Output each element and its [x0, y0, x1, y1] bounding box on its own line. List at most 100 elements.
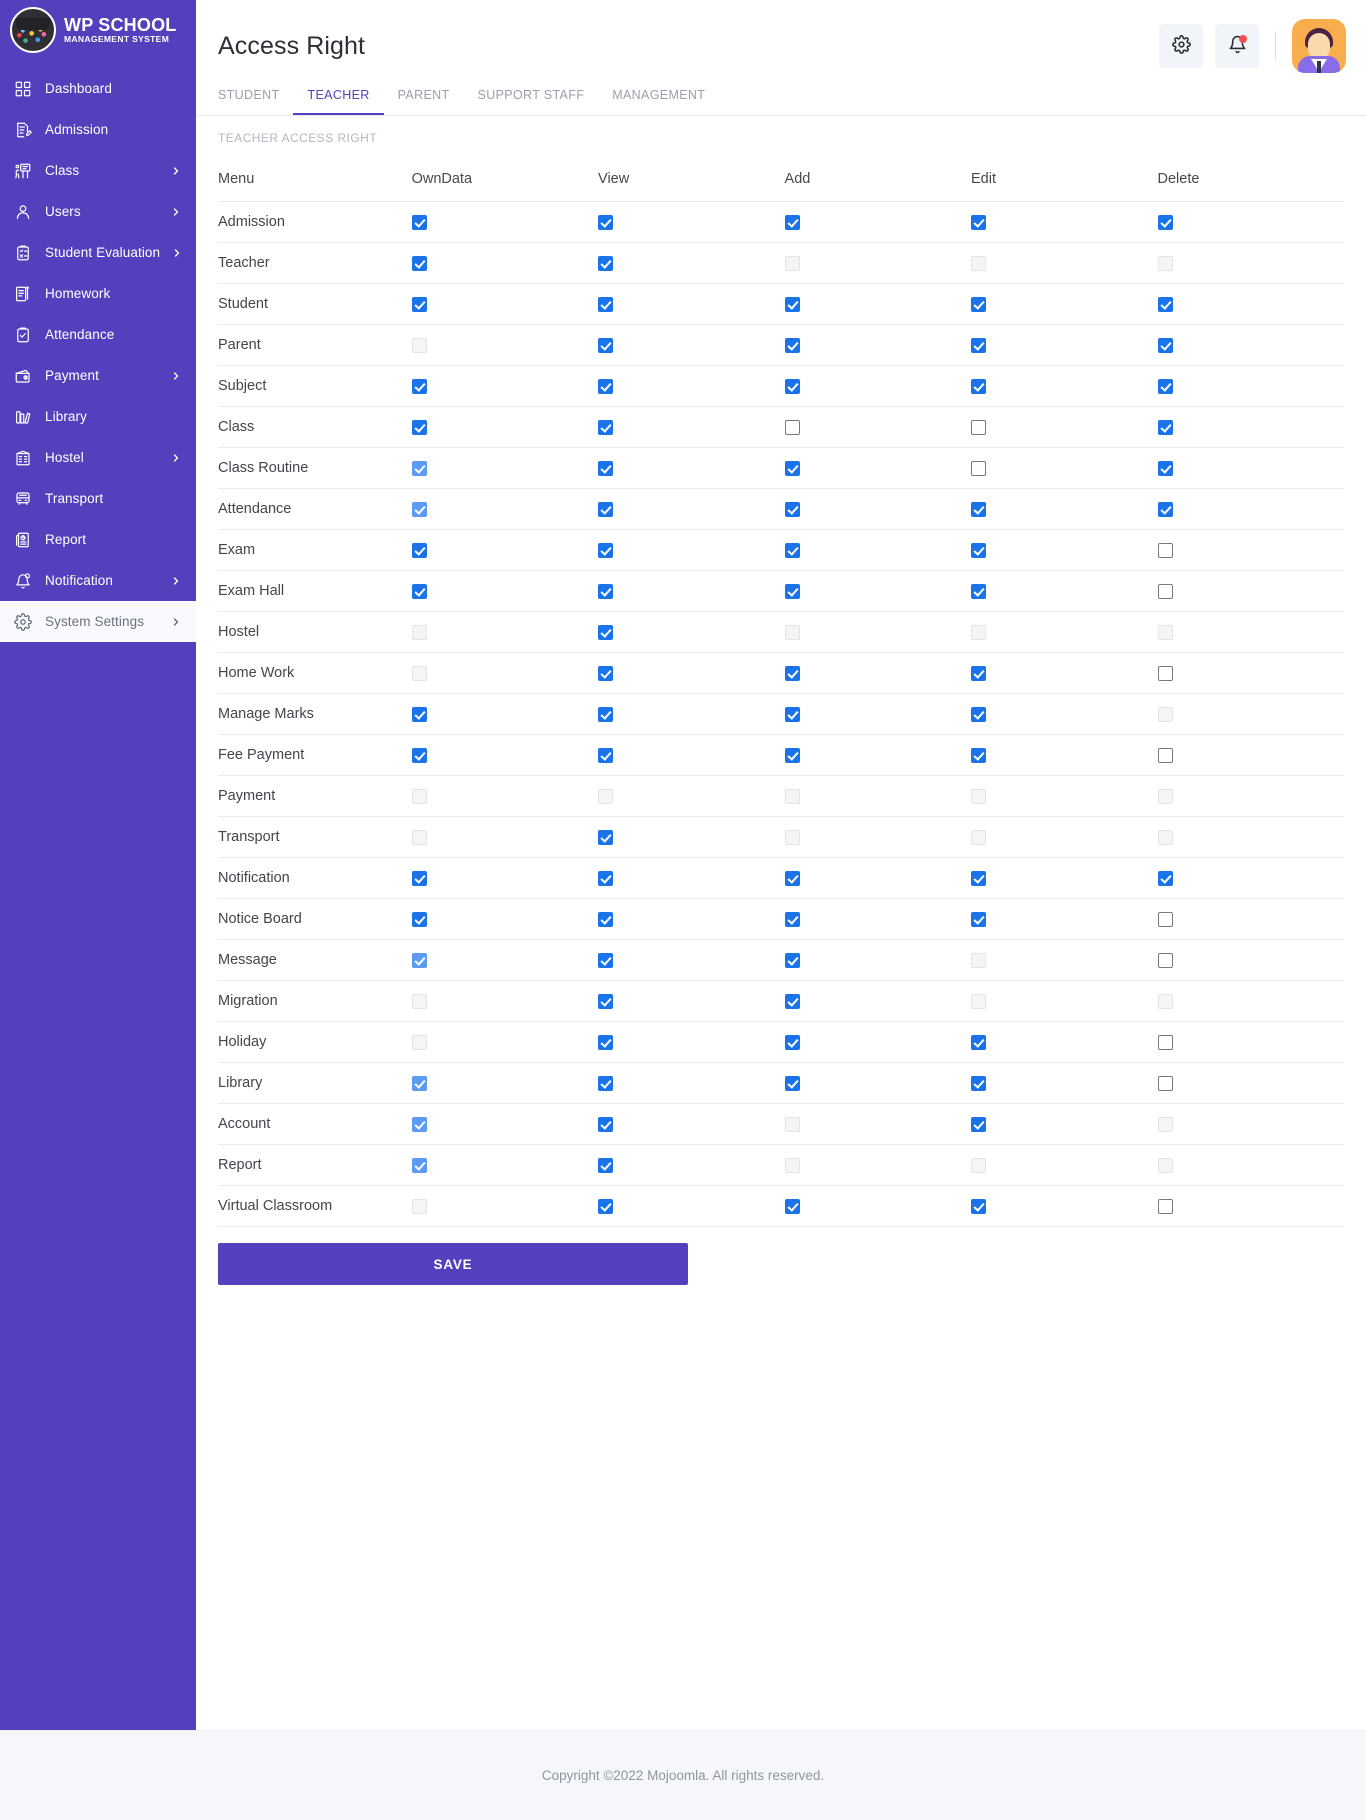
checkbox-edit[interactable]	[971, 1116, 987, 1132]
checkbox-edit[interactable]	[971, 747, 987, 763]
checkbox-delete[interactable]	[1157, 296, 1173, 312]
checkbox-add[interactable]	[784, 911, 800, 927]
checkbox-edit[interactable]	[971, 911, 987, 927]
checkbox-delete[interactable]	[1157, 1034, 1173, 1050]
checkbox-add[interactable]	[784, 583, 800, 599]
checkbox-add[interactable]	[784, 1075, 800, 1091]
checkbox-add[interactable]	[784, 214, 800, 230]
checkbox-add[interactable]	[784, 993, 800, 1009]
checkbox-edit[interactable]	[971, 501, 987, 517]
checkbox-view[interactable]	[598, 214, 614, 230]
tab-management[interactable]: MANAGEMENT	[598, 82, 719, 115]
checkbox-edit[interactable]	[971, 1198, 987, 1214]
checkbox-delete[interactable]	[1157, 665, 1173, 681]
checkbox-add[interactable]	[784, 706, 800, 722]
checkbox-view[interactable]	[598, 1034, 614, 1050]
checkbox-edit[interactable]	[971, 706, 987, 722]
checkbox-view[interactable]	[598, 501, 614, 517]
checkbox-edit[interactable]	[971, 542, 987, 558]
brand-header[interactable]: WP SCHOOL MANAGEMENT SYSTEM	[0, 0, 196, 62]
tab-teacher[interactable]: TEACHER	[293, 82, 384, 115]
sidebar-item-hostel[interactable]: Hostel	[0, 437, 196, 478]
checkbox-owndata[interactable]	[411, 706, 427, 722]
checkbox-delete[interactable]	[1157, 337, 1173, 353]
checkbox-add[interactable]	[784, 747, 800, 763]
save-button[interactable]: SAVE	[218, 1243, 688, 1285]
checkbox-owndata[interactable]	[411, 583, 427, 599]
checkbox-owndata[interactable]	[411, 378, 427, 394]
checkbox-edit[interactable]	[971, 1075, 987, 1091]
checkbox-view[interactable]	[598, 706, 614, 722]
checkbox-delete[interactable]	[1157, 542, 1173, 558]
checkbox-delete[interactable]	[1157, 1075, 1173, 1091]
checkbox-delete[interactable]	[1157, 1198, 1173, 1214]
checkbox-view[interactable]	[598, 1198, 614, 1214]
checkbox-delete[interactable]	[1157, 870, 1173, 886]
sidebar-item-notification[interactable]: Notification	[0, 560, 196, 601]
checkbox-edit[interactable]	[971, 378, 987, 394]
sidebar-item-payment[interactable]: Payment	[0, 355, 196, 396]
checkbox-view[interactable]	[598, 624, 614, 640]
checkbox-add[interactable]	[784, 952, 800, 968]
sidebar-item-class[interactable]: Class	[0, 150, 196, 191]
tab-student[interactable]: STUDENT	[218, 82, 293, 115]
checkbox-view[interactable]	[598, 829, 614, 845]
checkbox-owndata[interactable]	[411, 419, 427, 435]
checkbox-view[interactable]	[598, 378, 614, 394]
checkbox-edit[interactable]	[971, 665, 987, 681]
checkbox-delete[interactable]	[1157, 952, 1173, 968]
checkbox-delete[interactable]	[1157, 583, 1173, 599]
checkbox-view[interactable]	[598, 1157, 614, 1173]
checkbox-owndata[interactable]	[411, 255, 427, 271]
checkbox-add[interactable]	[784, 542, 800, 558]
checkbox-delete[interactable]	[1157, 460, 1173, 476]
notification-button[interactable]	[1215, 24, 1259, 68]
avatar[interactable]	[1292, 19, 1346, 73]
checkbox-view[interactable]	[598, 870, 614, 886]
sidebar-item-attendance[interactable]: Attendance	[0, 314, 196, 355]
checkbox-delete[interactable]	[1157, 419, 1173, 435]
checkbox-add[interactable]	[784, 1198, 800, 1214]
checkbox-add[interactable]	[784, 1034, 800, 1050]
checkbox-owndata[interactable]	[411, 214, 427, 230]
tab-support-staff[interactable]: SUPPORT STAFF	[464, 82, 599, 115]
checkbox-delete[interactable]	[1157, 747, 1173, 763]
checkbox-edit[interactable]	[971, 337, 987, 353]
checkbox-view[interactable]	[598, 296, 614, 312]
checkbox-view[interactable]	[598, 747, 614, 763]
checkbox-view[interactable]	[598, 419, 614, 435]
checkbox-edit[interactable]	[971, 1034, 987, 1050]
checkbox-owndata[interactable]	[411, 542, 427, 558]
checkbox-view[interactable]	[598, 665, 614, 681]
checkbox-edit[interactable]	[971, 460, 987, 476]
checkbox-add[interactable]	[784, 501, 800, 517]
checkbox-add[interactable]	[784, 378, 800, 394]
sidebar-item-system-settings[interactable]: System Settings	[0, 601, 196, 642]
checkbox-view[interactable]	[598, 542, 614, 558]
sidebar-item-users[interactable]: Users	[0, 191, 196, 232]
sidebar-item-report[interactable]: Report	[0, 519, 196, 560]
sidebar-item-homework[interactable]: Homework	[0, 273, 196, 314]
sidebar-item-student-evaluation[interactable]: Student Evaluation	[0, 232, 196, 273]
settings-button[interactable]	[1159, 24, 1203, 68]
checkbox-owndata[interactable]	[411, 296, 427, 312]
checkbox-owndata[interactable]	[411, 911, 427, 927]
checkbox-view[interactable]	[598, 1116, 614, 1132]
tab-parent[interactable]: PARENT	[384, 82, 464, 115]
checkbox-edit[interactable]	[971, 296, 987, 312]
checkbox-edit[interactable]	[971, 583, 987, 599]
sidebar-item-library[interactable]: Library	[0, 396, 196, 437]
sidebar-item-transport[interactable]: Transport	[0, 478, 196, 519]
checkbox-delete[interactable]	[1157, 501, 1173, 517]
checkbox-view[interactable]	[598, 583, 614, 599]
checkbox-owndata[interactable]	[411, 747, 427, 763]
checkbox-add[interactable]	[784, 337, 800, 353]
sidebar-item-dashboard[interactable]: Dashboard	[0, 68, 196, 109]
checkbox-view[interactable]	[598, 952, 614, 968]
sidebar-item-admission[interactable]: Admission	[0, 109, 196, 150]
checkbox-edit[interactable]	[971, 870, 987, 886]
checkbox-add[interactable]	[784, 870, 800, 886]
checkbox-add[interactable]	[784, 296, 800, 312]
checkbox-add[interactable]	[784, 665, 800, 681]
checkbox-view[interactable]	[598, 255, 614, 271]
